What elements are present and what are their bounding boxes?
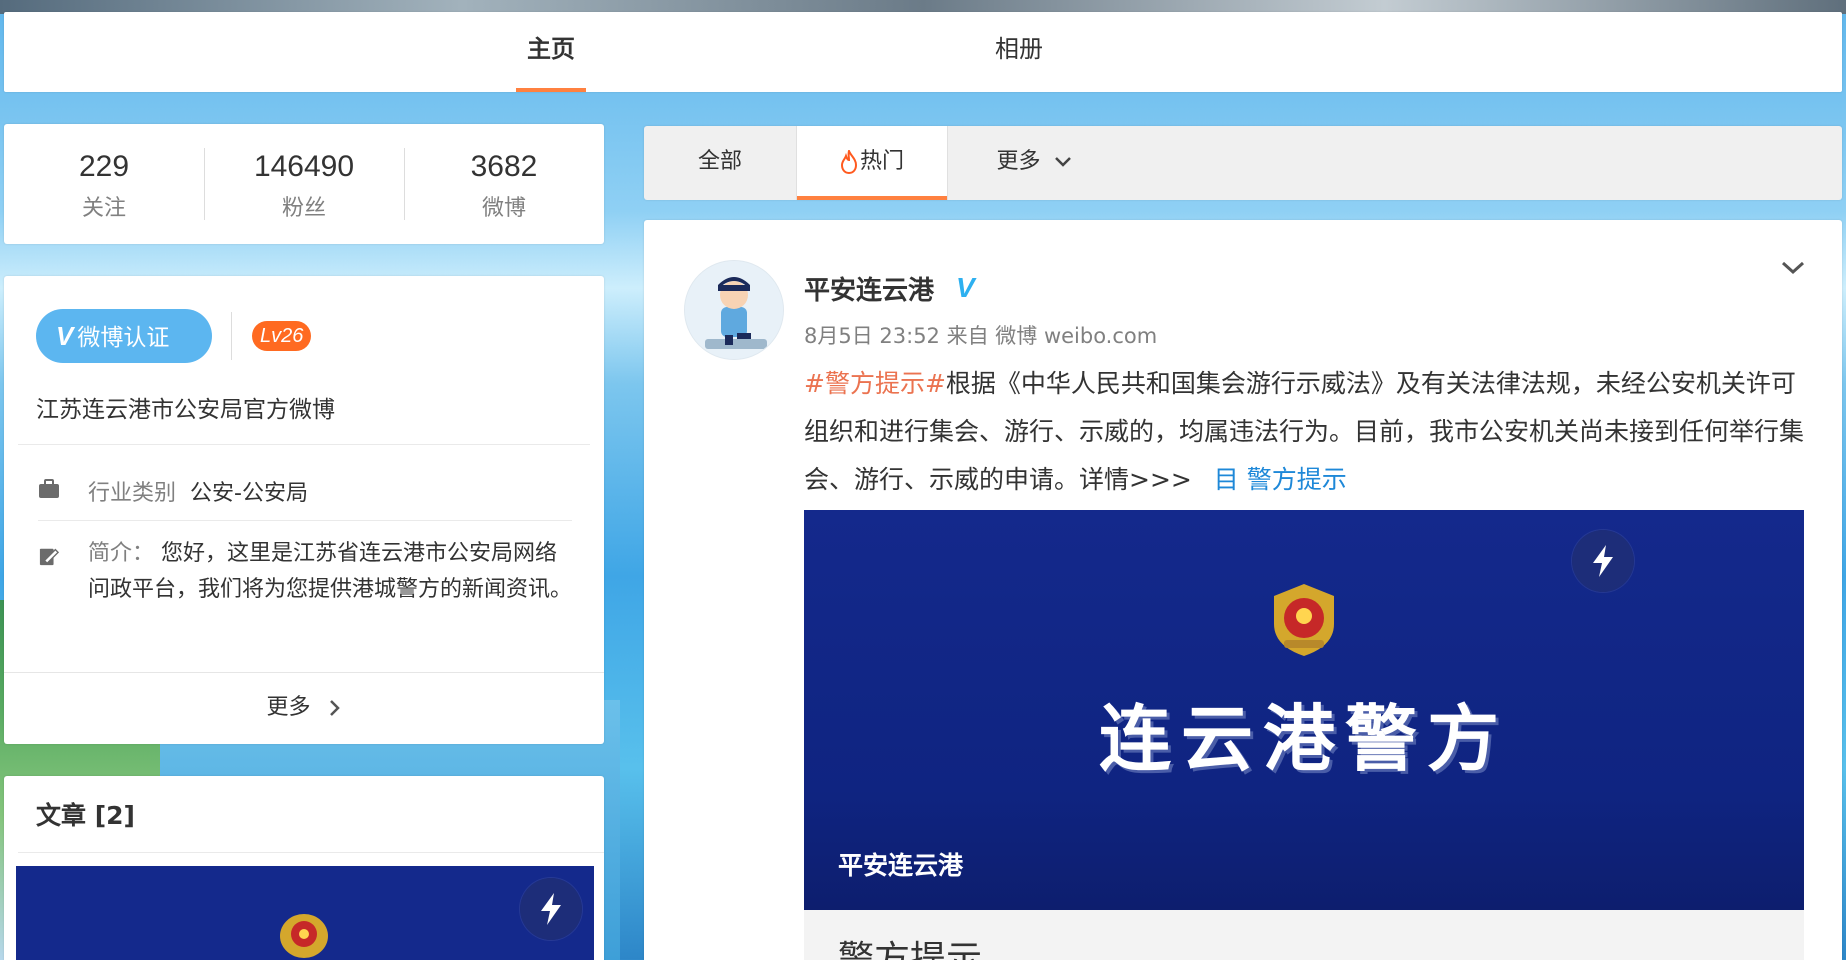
post-detail-link[interactable]: 目 警方提示	[1214, 465, 1347, 494]
feed-tab-all[interactable]: 全部	[644, 126, 796, 200]
verify-v-icon: V	[56, 321, 74, 351]
profile-tab-bar: 主页 相册	[4, 12, 1842, 92]
tab-home[interactable]: 主页	[516, 12, 586, 92]
stats-card: 229 关注 146490 粉丝 3682 微博	[4, 124, 604, 244]
stat-posts[interactable]: 3682 微博	[404, 124, 604, 244]
post-menu-chevron-icon[interactable]	[1780, 260, 1806, 276]
flame-icon	[840, 148, 857, 175]
articles-card: 文章 [2]	[4, 776, 604, 960]
more-info-button[interactable]: 更多	[4, 672, 604, 744]
divider	[18, 444, 590, 445]
stat-posts-label: 微博	[481, 196, 526, 221]
lightning-icon	[541, 893, 561, 925]
edit-note-icon	[39, 548, 60, 566]
feed-tab-hot[interactable]: 热门	[797, 126, 947, 200]
article-cover-image[interactable]	[16, 866, 594, 960]
post-topic-link[interactable]: #警方提示#	[804, 369, 946, 398]
profile-info-card: V 微博认证 Lv26 江苏连云港市公安局官方微博 行业类别 公安-公安局 简介：…	[4, 276, 604, 744]
post-meta: 8月5日 23:52 来自 微博 weibo.com	[804, 324, 1158, 348]
feed-tab-hot-label: 热门	[859, 149, 904, 174]
flash-button[interactable]	[520, 878, 582, 940]
article-link-icon: 目	[1213, 465, 1239, 494]
weibo-verify-badge[interactable]: V 微博认证	[36, 309, 212, 363]
verified-icon: V	[956, 272, 975, 303]
stat-following-count: 229	[78, 150, 130, 183]
intro-text: 您好，这里是江苏省连云港市公安局网络问政平台，我们将为您提供港城警方的新闻资讯。	[88, 541, 573, 602]
post-image[interactable]: 连云港警方 平安连云港	[804, 510, 1804, 910]
avatar[interactable]	[684, 260, 784, 360]
briefcase-icon	[39, 479, 59, 498]
police-emblem-icon	[280, 914, 328, 958]
tab-divider	[947, 126, 948, 200]
stat-followers-label: 粉丝	[281, 196, 326, 221]
verify-label: 微博认证	[77, 325, 170, 351]
stat-following-label: 关注	[81, 196, 126, 221]
intro: 简介： 您好，这里是江苏省连云港市公安局网络问政平台，我们将为您提供港城警方的新…	[88, 536, 578, 608]
feed-tab-more-label: 更多	[996, 149, 1041, 174]
lightning-icon	[1593, 545, 1613, 577]
chevron-right-icon	[329, 700, 340, 716]
police-cartoon-avatar	[685, 261, 783, 359]
industry-value: 公安-公安局	[190, 481, 308, 506]
official-description: 江苏连云港市公安局官方微博	[36, 397, 335, 423]
image-calligraphy-title: 连云港警方	[1098, 696, 1509, 781]
level-badge[interactable]: Lv26	[252, 321, 312, 351]
weibo-post: 平安连云港 V 8月5日 23:52 来自 微博 weibo.com #警方提示…	[644, 220, 1842, 960]
chevron-down-icon	[1054, 157, 1071, 167]
articles-title[interactable]: 文章 [2]	[36, 796, 135, 832]
intro-label: 简介：	[88, 541, 155, 566]
feed-tab-more[interactable]: 更多	[974, 126, 1094, 200]
linked-article-card[interactable]: 警方提示	[804, 910, 1804, 960]
stat-following[interactable]: 229 关注	[4, 124, 204, 244]
linked-article-title: 警方提示	[838, 939, 983, 960]
post-author[interactable]: 平安连云港	[804, 270, 934, 307]
post-content: #警方提示#根据《中华人民共和国集会游行示威法》及有关法律法规，未经公安机关许可…	[804, 360, 1814, 504]
stat-followers-count: 146490	[253, 150, 355, 183]
police-emblem-icon	[1274, 584, 1334, 656]
stat-posts-count: 3682	[470, 150, 538, 183]
stat-followers[interactable]: 146490 粉丝	[204, 124, 404, 244]
tab-album[interactable]: 相册	[984, 12, 1054, 92]
divider	[38, 520, 572, 521]
industry-label: 行业类别	[88, 481, 177, 506]
feed-tabs: 全部 热门 更多	[644, 126, 1842, 200]
post-detail-link-text: 警方提示	[1246, 465, 1347, 494]
image-caption: 平安连云港	[838, 851, 964, 880]
divider	[18, 852, 604, 853]
flash-button[interactable]	[1572, 530, 1634, 592]
badge-divider	[231, 312, 232, 360]
more-info-label: 更多	[266, 695, 311, 720]
